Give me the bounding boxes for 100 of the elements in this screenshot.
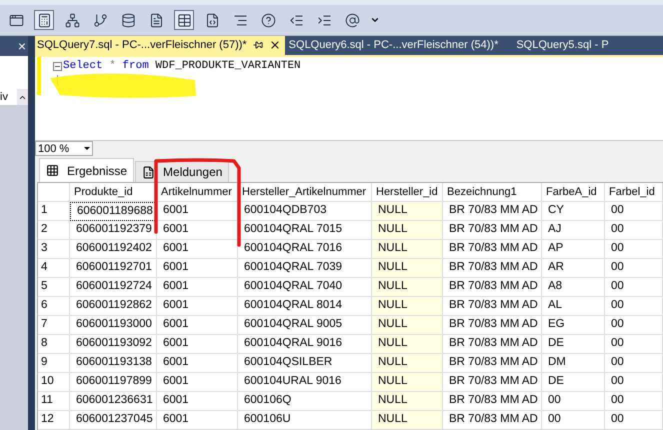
table-cell: 6001: [157, 278, 238, 297]
table-cell: 606001192701: [70, 259, 157, 278]
row-number[interactable]: 6: [38, 297, 70, 316]
column-header[interactable]: Hersteller_Artikelnummer: [238, 183, 372, 202]
row-number[interactable]: 8: [38, 335, 70, 354]
table-cell: 606001192724: [70, 278, 157, 297]
table-cell: 6001: [157, 259, 238, 278]
query-editor[interactable]: Select * from WDF_PRODUKTE_VARIANTEN: [35, 55, 663, 140]
column-header[interactable]: Artikelnummer: [157, 183, 238, 202]
row-number[interactable]: 1: [38, 202, 70, 221]
table-cell: AJ: [542, 221, 605, 240]
document-tab[interactable]: SQLQuery6.sql - PC-...verFleischner (54))*: [284, 36, 512, 56]
column-header[interactable]: Produkte_id: [70, 183, 157, 202]
table-cell: 00: [605, 354, 663, 373]
table-cell: 00: [605, 240, 663, 259]
document-icon: [142, 166, 156, 178]
table-cell: EG: [542, 316, 605, 335]
table-cell: 606001193092: [70, 335, 157, 354]
table-cell: 6001: [157, 335, 238, 354]
row-number[interactable]: 10: [38, 373, 70, 392]
pin-icon[interactable]: [252, 40, 263, 50]
scroll-up-button[interactable]: [17, 89, 28, 105]
document-tab[interactable]: SQLQuery5.sql - P: [512, 36, 623, 56]
table-cell: AP: [542, 240, 605, 259]
table-cell: BR 70/83 MM AD: [443, 259, 542, 278]
table-cell: BR 70/83 MM AD: [443, 278, 542, 297]
close-icon[interactable]: [268, 39, 281, 52]
fold-icon[interactable]: [53, 62, 62, 71]
table-cell: 00: [605, 411, 663, 430]
table-cell: 6001: [157, 202, 238, 221]
table-cell: 00: [605, 202, 663, 221]
table-cell: 606001192862: [70, 297, 157, 316]
table-cell: 606001193138: [70, 354, 157, 373]
table-cell: 00: [542, 411, 605, 430]
table-cell: 6001: [157, 297, 238, 316]
table-cell: 00: [605, 335, 663, 354]
column-header[interactable]: Farbel_id: [605, 183, 663, 202]
row-number[interactable]: 3: [38, 240, 70, 259]
table-cell: BR 70/83 MM AD: [443, 297, 542, 316]
table-cell: 6001: [157, 240, 238, 259]
table-cell: NULL: [372, 202, 443, 221]
table-cell: 606001192379: [70, 221, 157, 240]
zoom-dropdown[interactable]: 100 %: [35, 141, 93, 156]
table-cell: NULL: [372, 259, 443, 278]
table-cell: NULL: [372, 335, 443, 354]
table-cell: NULL: [372, 354, 443, 373]
table-cell: AR: [542, 259, 605, 278]
grid-icon: [46, 164, 59, 177]
column-header[interactable]: FarbeA_id: [542, 183, 605, 202]
row-number[interactable]: 12: [38, 411, 70, 430]
row-number[interactable]: 2: [38, 221, 70, 240]
table-cell: 00: [605, 221, 663, 240]
table-cell: 00: [605, 373, 663, 392]
table-cell: A8: [542, 278, 605, 297]
table-cell: DM: [542, 354, 605, 373]
document-tab[interactable]: SQLQuery7.sql - PC-...verFleischner (57))*: [35, 36, 285, 56]
table-cell: NULL: [372, 278, 443, 297]
calculator-icon[interactable]: [34, 10, 54, 30]
table-cell: DE: [542, 373, 605, 392]
table-cell: BR 70/83 MM AD: [443, 373, 542, 392]
table-cell: 6001: [157, 221, 238, 240]
table-cell: 00: [605, 316, 663, 335]
table-icon[interactable]: [174, 10, 194, 30]
table-cell: 6001: [157, 354, 238, 373]
table-cell: NULL: [372, 316, 443, 335]
table-cell: BR 70/83 MM AD: [443, 411, 542, 430]
table-cell: NULL: [372, 221, 443, 240]
table-cell: BR 70/83 MM AD: [443, 221, 542, 240]
table-cell: NULL: [372, 392, 443, 411]
table-cell: 00: [542, 392, 605, 411]
table-cell: 606001236631: [70, 392, 157, 411]
table-cell: BR 70/83 MM AD: [443, 335, 542, 354]
row-number[interactable]: 4: [38, 259, 70, 278]
table-cell: BR 70/83 MM AD: [443, 354, 542, 373]
row-number[interactable]: 9: [38, 354, 70, 373]
table-cell: AL: [542, 297, 605, 316]
table-cell: 00: [605, 278, 663, 297]
table-cell: NULL: [372, 297, 443, 316]
row-number[interactable]: 7: [38, 316, 70, 335]
table-cell: BR 70/83 MM AD: [443, 240, 542, 259]
table-cell: 6001: [157, 411, 238, 430]
panel-label: iv: [0, 92, 8, 102]
table-cell: 606001237045: [70, 411, 157, 430]
table-cell: NULL: [372, 373, 443, 392]
dropdown-icon[interactable]: [370, 15, 380, 25]
table-cell: BR 70/83 MM AD: [443, 316, 542, 335]
table-cell: BR 70/83 MM AD: [443, 392, 542, 411]
table-cell: 606001189688: [70, 202, 157, 221]
table-cell: 6001: [157, 373, 238, 392]
row-number[interactable]: 11: [38, 392, 70, 411]
table-cell: 00: [605, 392, 663, 411]
code-line: Select * from WDF_PRODUKTE_VARIANTEN: [63, 59, 301, 74]
table-cell: BR 70/83 MM AD: [443, 202, 542, 221]
result-tab[interactable]: Ergebnisse: [39, 158, 134, 182]
table-cell: DE: [542, 335, 605, 354]
column-header[interactable]: Bezeichnung1: [443, 183, 542, 202]
row-number[interactable]: 5: [38, 278, 70, 297]
result-tab[interactable]: Meldungen: [135, 161, 230, 182]
table-cell: 6001: [157, 392, 238, 411]
table-cell: NULL: [372, 411, 443, 430]
